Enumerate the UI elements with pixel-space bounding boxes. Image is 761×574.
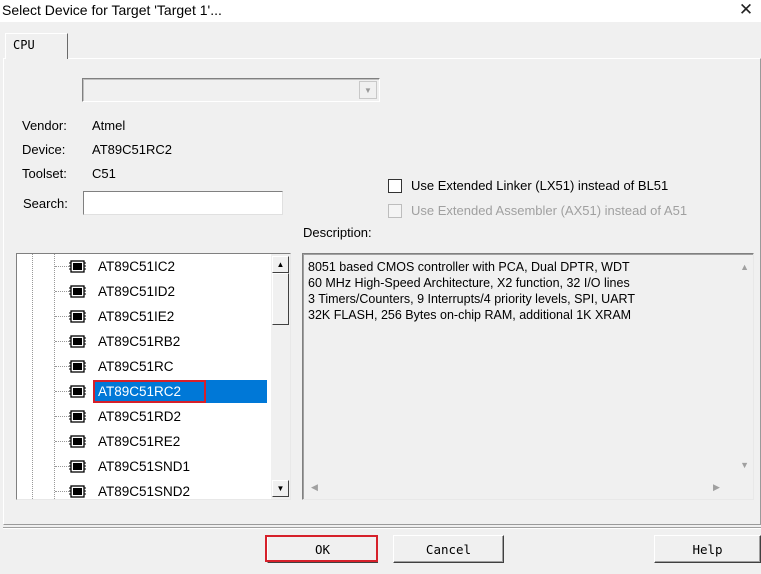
tree-item-at89c51ie2[interactable]: AT89C51IE2 [17, 304, 267, 329]
tree-item-label: AT89C51RC [98, 359, 174, 374]
tree-branch [55, 366, 69, 367]
chip-icon [69, 335, 86, 348]
chip-icon [69, 460, 86, 473]
title-bar: Select Device for Target 'Target 1'... ✕ [0, 0, 761, 22]
extended-linker-checkbox[interactable] [388, 178, 402, 193]
chip-icon [69, 360, 86, 373]
tree-branch [55, 491, 69, 492]
vendor-label: Vendor: [22, 118, 67, 133]
description-text: 8051 based CMOS controller with PCA, Dua… [308, 260, 635, 322]
device-tree[interactable]: AT89C51IC2 AT89C51ID2 AT89C51IE2 AT89C51… [16, 253, 291, 500]
scroll-left-icon[interactable]: ◀ [311, 482, 318, 493]
scroll-down-icon[interactable]: ▼ [740, 460, 749, 470]
tree-branch [55, 291, 69, 292]
tree-item-at89c51rb2[interactable]: AT89C51RB2 [17, 329, 267, 354]
description-label: Description: [303, 225, 372, 240]
annotation-frame [265, 535, 378, 562]
tree-item-at89c51rc[interactable]: AT89C51RC [17, 354, 267, 379]
vendor-value: Atmel [92, 118, 126, 133]
chip-icon [69, 285, 86, 298]
tree-branch [55, 266, 69, 267]
tree-item-at89c51re2[interactable]: AT89C51RE2 [17, 429, 267, 454]
vendor-filter-combobox[interactable]: ▼ [82, 78, 380, 102]
tree-item-label: AT89C51RD2 [98, 409, 182, 424]
tree-branch [55, 391, 69, 392]
tree-item-label: AT89C51SND2 [98, 484, 191, 499]
tree-item-at89c51id2[interactable]: AT89C51ID2 [17, 279, 267, 304]
extended-assembler-option: Use Extended Assembler (AX51) instead of… [388, 203, 687, 218]
extended-assembler-checkbox [388, 203, 402, 218]
tree-item-label: AT89C51ID2 [98, 284, 176, 299]
window-title: Select Device for Target 'Target 1'... [2, 2, 222, 18]
extended-assembler-label: Use Extended Assembler (AX51) instead of… [411, 203, 688, 218]
search-label: Search: [23, 196, 68, 211]
chevron-down-icon[interactable]: ▼ [359, 81, 377, 99]
chip-icon [69, 410, 86, 423]
tree-item-at89c51snd1[interactable]: AT89C51SND1 [17, 454, 267, 479]
scroll-right-icon[interactable]: ▶ [713, 482, 720, 493]
chip-icon [69, 485, 86, 498]
annotation-frame [93, 380, 206, 403]
tree-item-label: AT89C51IC2 [98, 259, 176, 274]
tab-cpu-label: CPU [13, 38, 35, 52]
tree-branch [55, 341, 69, 342]
extended-linker-option[interactable]: Use Extended Linker (LX51) instead of BL… [388, 178, 668, 193]
tree-item-label: AT89C51RE2 [98, 434, 181, 449]
chip-icon [69, 310, 86, 323]
toolset-value: C51 [92, 166, 116, 181]
tree-branch [55, 416, 69, 417]
tree-item-label: AT89C51RB2 [98, 334, 181, 349]
toolset-label: Toolset: [22, 166, 67, 181]
close-icon[interactable]: ✕ [731, 0, 761, 20]
tree-item-at89c51ic2[interactable]: AT89C51IC2 [17, 254, 267, 279]
device-value: AT89C51RC2 [92, 142, 172, 157]
tree-branch [55, 316, 69, 317]
tree-branch [55, 441, 69, 442]
tab-cpu[interactable]: CPU [5, 33, 68, 59]
separator [3, 527, 761, 529]
description-box: 8051 based CMOS controller with PCA, Dua… [302, 253, 754, 500]
tree-item-at89c51snd2[interactable]: AT89C51SND2 [17, 479, 267, 499]
extended-linker-label: Use Extended Linker (LX51) instead of BL… [411, 178, 669, 193]
tree-item-label: AT89C51IE2 [98, 309, 175, 324]
tree-item-label: AT89C51SND1 [98, 459, 191, 474]
device-label: Device: [22, 142, 66, 157]
tree-vertical-scrollbar[interactable]: ▲ ▼ [271, 254, 290, 499]
chip-icon [69, 385, 86, 398]
search-input[interactable] [83, 191, 283, 215]
tree-item-at89c51rc2[interactable]: AT89C51RC2 [17, 379, 267, 404]
scroll-down-icon[interactable]: ▼ [272, 480, 289, 497]
scroll-up-icon[interactable]: ▲ [272, 256, 289, 273]
chip-icon [69, 260, 86, 273]
tree-branch [55, 466, 69, 467]
tree-item-at89c51rd2[interactable]: AT89C51RD2 [17, 404, 267, 429]
help-button[interactable]: Help [654, 535, 761, 563]
scroll-up-icon[interactable]: ▲ [740, 262, 749, 272]
chip-icon [69, 435, 86, 448]
cancel-button[interactable]: Cancel [393, 535, 504, 563]
scrollbar-thumb[interactable] [272, 273, 289, 325]
